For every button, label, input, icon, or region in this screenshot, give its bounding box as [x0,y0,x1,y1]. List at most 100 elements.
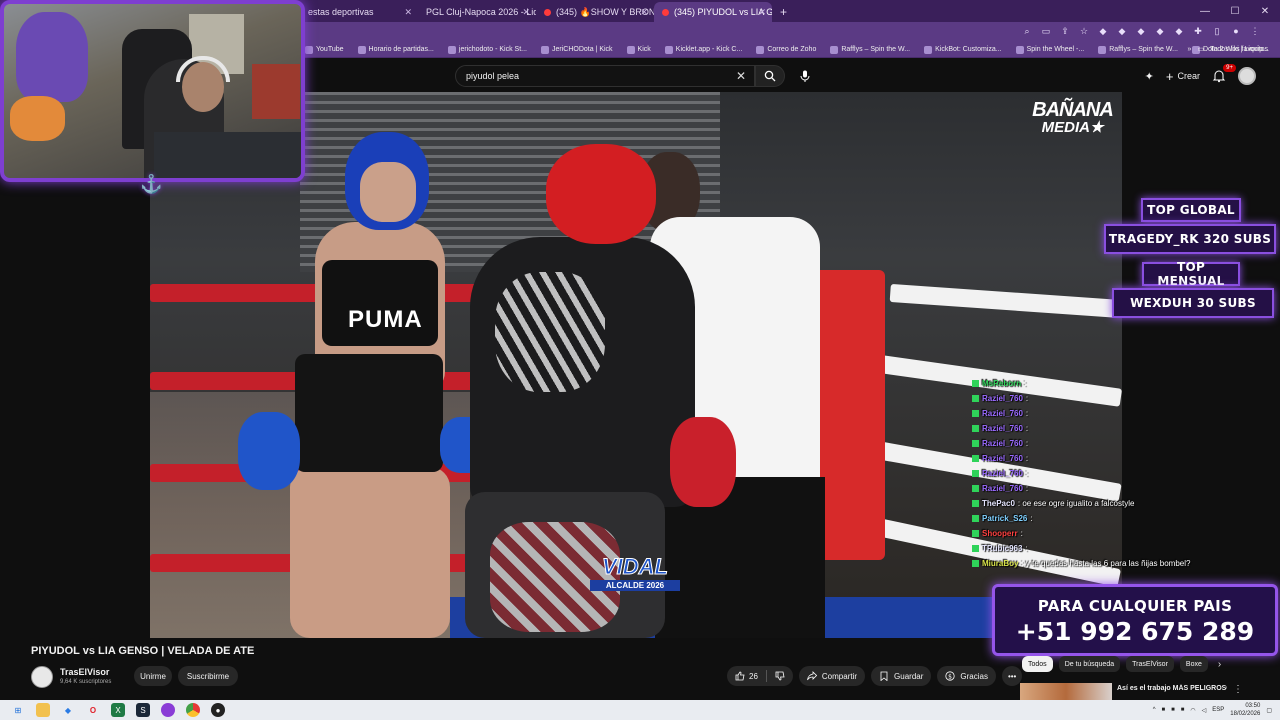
voice-search-button[interactable] [796,67,814,85]
fighter-blue-shorts [295,354,443,472]
windows-start-icon[interactable]: ⊞ [11,703,25,717]
app-icon[interactable]: ◆ [61,703,75,717]
close-icon[interactable]: ✕ [404,7,412,18]
browser-tab[interactable]: (345) 🔥SHOW Y BRONCAS🔥 E...✕ [536,2,654,22]
chip-from-search[interactable]: De tu búsqueda [1058,656,1121,672]
channel-name[interactable]: TrasElVisor [60,667,109,677]
search-button[interactable] [755,65,785,87]
bookmarks-more-button[interactable]: » [1187,46,1191,53]
browser-tab[interactable]: PGL Cluj-Napoca 2026 - Liquip...✕ [418,2,536,22]
clock-time: 03:50 [1245,703,1261,709]
bookmark-item[interactable]: Correo de Zoho [756,45,816,54]
chat-text: : oe ese ogre igualito a falcostyle [1017,499,1135,508]
extension-spark-icon[interactable]: ✦ [1145,70,1154,83]
extension-icon[interactable]: ◆ [1155,26,1165,36]
close-icon[interactable]: ✕ [640,7,648,18]
app-icon[interactable] [161,703,175,717]
bookmark-label: JeriCHODota | Kick [551,46,613,53]
suggested-video-thumbnail[interactable] [1020,683,1112,701]
bookmark-icon [880,671,888,681]
bookmark-label: Rafflys – Spin the W... [1109,46,1178,53]
close-window-icon[interactable]: ✕ [1250,0,1280,22]
webcam-background [252,64,300,119]
video-actions: 26 Compartir Guardar $ Gracias ••• [727,666,1023,686]
bookmark-item[interactable]: Horario de partidas... [357,45,434,54]
account-avatar[interactable] [1238,67,1256,85]
bookmark-favicon-icon [305,45,313,54]
kebab-menu-icon[interactable]: ⋮ [1233,684,1243,695]
minimize-icon[interactable]: — [1190,0,1220,22]
chat-username: Patrick_S26 [982,514,1028,523]
maximize-icon[interactable]: ☐ [1220,0,1250,22]
chat-username: Raziel_760 [982,439,1023,448]
extension-icon[interactable]: ◆ [1136,26,1146,36]
star-icon[interactable]: ☆ [1079,26,1089,36]
extension-icon[interactable]: ◆ [1174,26,1184,36]
dislike-button[interactable] [775,671,785,681]
browser-tab-active[interactable]: (345) PIYUDOL vs LIA GENSO |✕ [654,2,772,22]
close-icon[interactable]: ✕ [522,7,530,18]
bookmark-item[interactable]: JeriCHODota | Kick [540,45,613,54]
cast-icon[interactable]: ▭ [1041,26,1051,36]
menu-icon[interactable]: ⋮ [1250,26,1260,36]
chat-text: : [1025,424,1029,433]
volume-icon[interactable]: ◁ [1202,707,1207,714]
chat-username: MiuraBoy [982,559,1019,568]
zoom-icon[interactable]: ⌕ [1022,26,1032,36]
profile-icon[interactable]: ● [1231,26,1241,36]
extension-icon[interactable]: ◆ [1098,26,1108,36]
bookmark-item[interactable]: jerichodoto - Kick St... [447,45,527,54]
excel-icon[interactable]: X [111,703,125,717]
create-button[interactable]: + Crear [1166,69,1200,84]
browser-tab[interactable]: estas deportivas ✕ [300,2,418,22]
share-icon[interactable]: ⇪ [1060,26,1070,36]
opera-icon[interactable]: O [86,703,100,717]
tray-app-icon[interactable]: ■ [1162,707,1166,713]
chip-boxing[interactable]: Boxe [1179,656,1208,672]
suggested-video-title[interactable]: Así es el trabajo MÁS PELIGROSO del mund… [1117,684,1227,693]
bookmark-label: Rafflys – Spin the W... [841,46,911,53]
extensions-puzzle-icon[interactable]: ✚ [1193,26,1203,36]
thanks-button[interactable]: $ Gracias [937,666,996,686]
new-tab-button[interactable]: + [780,2,787,22]
sidebar-icon[interactable]: ▯ [1212,26,1222,36]
fighter-blue-figure [290,467,450,638]
notifications-icon[interactable]: ▢ [1266,707,1272,714]
chip-all[interactable]: Todos [1022,656,1053,672]
steam-icon[interactable]: S [136,703,150,717]
chrome-icon[interactable] [186,703,200,717]
clock[interactable]: 03:50 18/02/2026 [1230,702,1260,718]
notifications-button[interactable]: 9+ [1212,64,1236,83]
chat-text: : [1025,469,1029,478]
tray-app-icon[interactable]: ■ [1181,707,1185,713]
clear-icon[interactable]: ✕ [736,69,746,83]
subscribe-button[interactable]: Suscribirme [178,666,238,686]
chevron-right-icon[interactable]: › [1218,659,1221,670]
bookmark-item[interactable]: KickBot: Customiza... [924,45,1002,54]
bookmark-favicon-icon [1098,45,1107,54]
channel-avatar[interactable] [31,666,53,688]
extension-icon[interactable]: ◆ [1117,26,1127,36]
close-icon[interactable]: ✕ [758,7,766,18]
bookmark-item[interactable]: Spin the Wheel -... [1015,45,1084,54]
tray-app-icon[interactable]: ■ [1171,707,1175,713]
bookmark-item[interactable]: Kick [626,45,651,54]
chevron-up-icon[interactable]: ^ [1153,707,1156,713]
bookmark-item[interactable]: Rafflys – Spin the W... [830,45,911,54]
like-button[interactable]: 26 [735,671,758,681]
all-bookmarks-link[interactable]: Todos los favoritos [1210,46,1268,53]
wifi-icon[interactable]: ◠ [1190,707,1195,714]
save-button[interactable]: Guardar [871,666,932,686]
language-indicator[interactable]: ESP [1212,707,1224,713]
obs-icon[interactable]: ● [211,703,225,717]
bookmark-item[interactable]: YouTube [305,45,344,54]
promo-phone: +51 992 675 289 [1015,617,1255,646]
join-button[interactable]: Unirme [134,666,172,686]
bookmark-item[interactable]: Rafflys – Spin the W... [1098,45,1178,54]
bookmark-favicon-icon [1015,45,1024,54]
search-input[interactable]: piyudol pelea ✕ [455,65,755,87]
chip-channel[interactable]: TrasElVisor [1126,656,1174,672]
folder-icon[interactable] [36,703,50,717]
bookmark-item[interactable]: Kicklet.app - Kick C... [664,45,742,54]
share-button[interactable]: Compartir [798,666,866,686]
